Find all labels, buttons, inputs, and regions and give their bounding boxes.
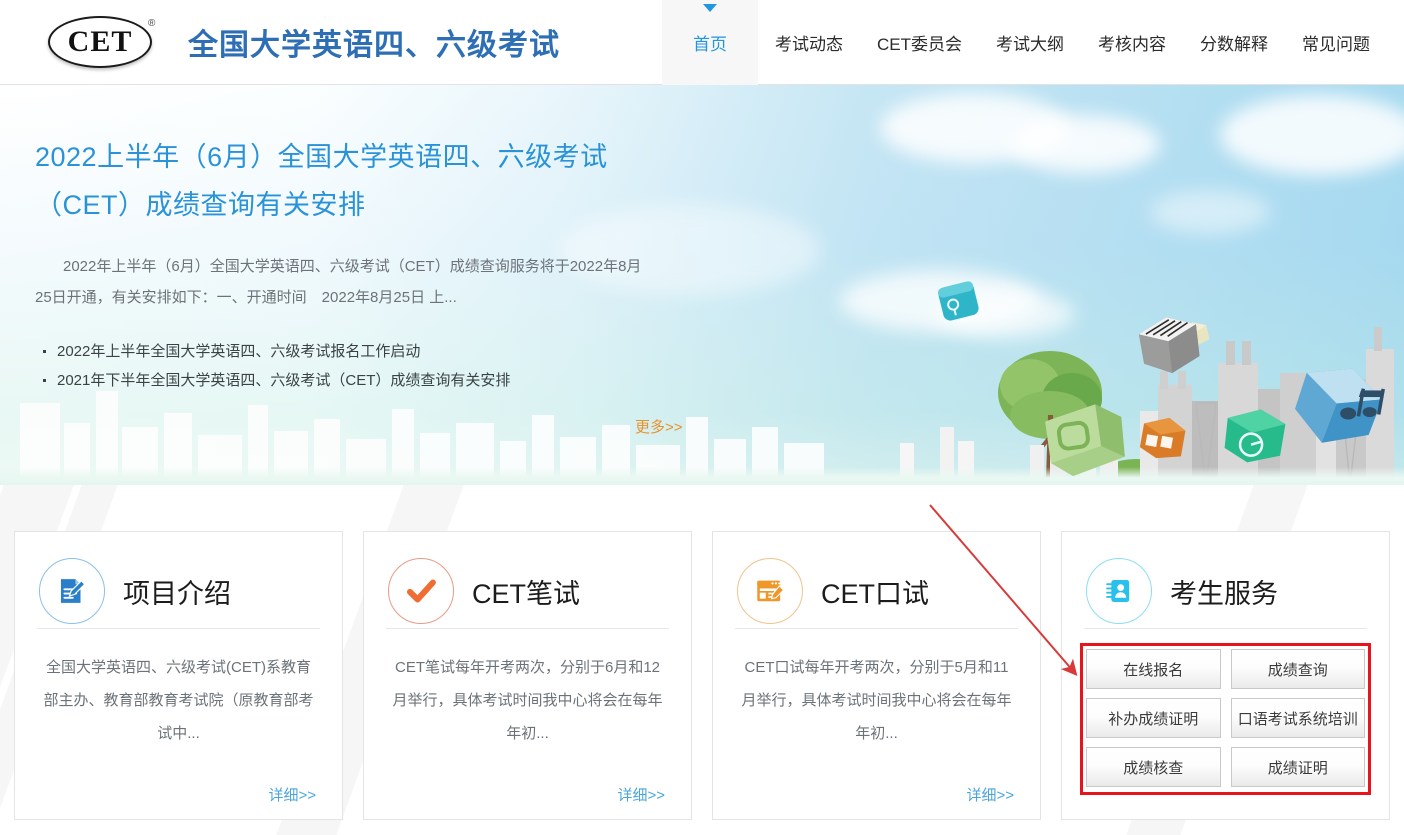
cloud-shape — [1150, 190, 1270, 234]
card-body: CET口试每年开考两次，分别于5月和11月举行，具体考试时间我中心将会在每年年初… — [713, 629, 1040, 750]
card-detail-link[interactable]: 详细>> — [268, 784, 316, 805]
hero-title-line1: 2022上半年（6月）全国大学英语四、六级考试 — [35, 133, 675, 181]
browser-pen-icon — [737, 558, 803, 624]
nav-label: 考核内容 — [1098, 30, 1166, 55]
nav-item-score-interpretation[interactable]: 分数解释 — [1183, 0, 1285, 85]
hero-banner: 2022上半年（6月）全国大学英语四、六级考试 （CET）成绩查询有关安排 20… — [0, 85, 1404, 485]
cube-orange-icon — [1134, 409, 1192, 465]
card-header: CET笔试 — [364, 532, 691, 628]
hero-news-list: 2022年上半年全国大学英语四、六级考试报名工作启动 2021年下半年全国大学英… — [35, 337, 675, 395]
cards-section: 项目介绍 全国大学英语四、六级考试(CET)系教育部主办、教育部教育考试院（原教… — [0, 485, 1404, 835]
contact-book-icon — [1086, 558, 1152, 624]
registered-mark-icon: ® — [148, 18, 155, 29]
card-header: 项目介绍 — [15, 532, 342, 628]
check-mark-icon — [388, 558, 454, 624]
card-cet-oral[interactable]: CET口试 CET口试每年开考两次，分别于5月和11月举行，具体考试时间我中心将… — [712, 531, 1041, 820]
card-detail-link[interactable]: 详细>> — [966, 784, 1014, 805]
chevron-down-icon — [703, 4, 717, 12]
cloud-shape — [1220, 95, 1404, 175]
document-pen-icon — [39, 558, 105, 624]
cet-logo-text: CET — [68, 27, 133, 57]
card-divider — [1084, 628, 1367, 629]
nav-label: 首页 — [693, 30, 727, 55]
service-buttons-wrap: 在线报名 成绩查询 补办成绩证明 口语考试系统培训 成绩核查 成绩证明 — [1080, 643, 1371, 793]
ground-strip — [0, 467, 1404, 485]
service-button-score-verification[interactable]: 成绩核查 — [1086, 747, 1221, 787]
cloud-shape — [1010, 115, 1160, 173]
list-item[interactable]: 2021年下半年全国大学英语四、六级考试（CET）成绩查询有关安排 — [35, 366, 675, 395]
hero-description: 2022年上半年（6月）全国大学英语四、六级考试（CET）成绩查询服务将于202… — [35, 251, 645, 313]
nav-item-home[interactable]: 首页 — [662, 0, 758, 85]
hero-more-link[interactable]: 更多>> — [635, 416, 683, 437]
card-title: 项目介绍 — [123, 572, 231, 611]
card-description: CET笔试每年开考两次，分别于6月和12月举行，具体考试时间我中心将会在每年年初… — [390, 651, 665, 750]
nav-label: 分数解释 — [1200, 30, 1268, 55]
hero-title-line2: （CET）成绩查询有关安排 — [35, 181, 675, 229]
card-header: 考生服务 — [1062, 532, 1389, 628]
nav-label: CET委员会 — [877, 30, 962, 55]
service-button-score-query[interactable]: 成绩查询 — [1231, 649, 1366, 689]
cube-teal-icon — [1219, 402, 1291, 471]
nav-item-assessment-content[interactable]: 考核内容 — [1081, 0, 1183, 85]
service-button-score-certificate[interactable]: 成绩证明 — [1231, 747, 1366, 787]
card-body: CET笔试每年开考两次，分别于6月和12月举行，具体考试时间我中心将会在每年年初… — [364, 629, 691, 750]
brand[interactable]: CET ® 全国大学英语四、六级考试 — [0, 14, 560, 70]
nav-item-syllabus[interactable]: 考试大纲 — [979, 0, 1081, 85]
card-title: CET口试 — [821, 572, 929, 611]
nav-label: 常见问题 — [1302, 30, 1370, 55]
card-header: CET口试 — [713, 532, 1040, 628]
main-nav: 首页 考试动态 CET委员会 考试大纲 考核内容 分数解释 常见问题 — [662, 0, 1404, 85]
cet-homepage: CET ® 全国大学英语四、六级考试 首页 考试动态 CET委员会 考试大纲 考… — [0, 0, 1404, 835]
nav-label: 考试大纲 — [996, 30, 1064, 55]
cube-green-icon — [1037, 394, 1135, 483]
hero-text-block: 2022上半年（6月）全国大学英语四、六级考试 （CET）成绩查询有关安排 20… — [35, 133, 675, 395]
nav-label: 考试动态 — [775, 30, 843, 55]
service-button-reissue-certificate[interactable]: 补办成绩证明 — [1086, 698, 1221, 738]
cet-logo-icon: CET ® — [48, 14, 166, 70]
card-detail-link[interactable]: 详细>> — [617, 784, 665, 805]
card-grid: 项目介绍 全国大学英语四、六级考试(CET)系教育部主办、教育部教育考试院（原教… — [14, 531, 1390, 820]
cube-piano-icon — [1132, 306, 1208, 382]
card-title: CET笔试 — [472, 572, 580, 611]
hero-title[interactable]: 2022上半年（6月）全国大学英语四、六级考试 （CET）成绩查询有关安排 — [35, 133, 675, 229]
card-project-intro[interactable]: 项目介绍 全国大学英语四、六级考试(CET)系教育部主办、教育部教育考试院（原教… — [14, 531, 343, 820]
service-buttons-grid: 在线报名 成绩查询 补办成绩证明 口语考试系统培训 成绩核查 成绩证明 — [1080, 643, 1371, 793]
nav-item-faq[interactable]: 常见问题 — [1285, 0, 1404, 85]
nav-item-exam-news[interactable]: 考试动态 — [758, 0, 860, 85]
card-cet-written[interactable]: CET笔试 CET笔试每年开考两次，分别于6月和12月举行，具体考试时间我中心将… — [363, 531, 692, 820]
card-description: 全国大学英语四、六级考试(CET)系教育部主办、教育部教育考试院（原教育部考试中… — [41, 651, 316, 750]
list-item[interactable]: 2022年上半年全国大学英语四、六级考试报名工作启动 — [35, 337, 675, 366]
brand-title: 全国大学英语四、六级考试 — [188, 20, 560, 64]
card-title: 考生服务 — [1170, 572, 1278, 611]
card-body: 全国大学英语四、六级考试(CET)系教育部主办、教育部教育考试院（原教育部考试中… — [15, 629, 342, 750]
service-button-online-registration[interactable]: 在线报名 — [1086, 649, 1221, 689]
card-candidate-services[interactable]: 考生服务 在线报名 成绩查询 补办成绩证明 口语考试系统培训 成绩核查 成绩证明 — [1061, 531, 1390, 820]
service-button-oral-system-training[interactable]: 口语考试系统培训 — [1231, 698, 1366, 738]
cet-logo-ellipse: CET — [48, 16, 152, 68]
card-description: CET口试每年开考两次，分别于5月和11月举行，具体考试时间我中心将会在每年年初… — [739, 651, 1014, 750]
site-header: CET ® 全国大学英语四、六级考试 首页 考试动态 CET委员会 考试大纲 考… — [0, 0, 1404, 85]
nav-item-cet-committee[interactable]: CET委员会 — [860, 0, 979, 85]
